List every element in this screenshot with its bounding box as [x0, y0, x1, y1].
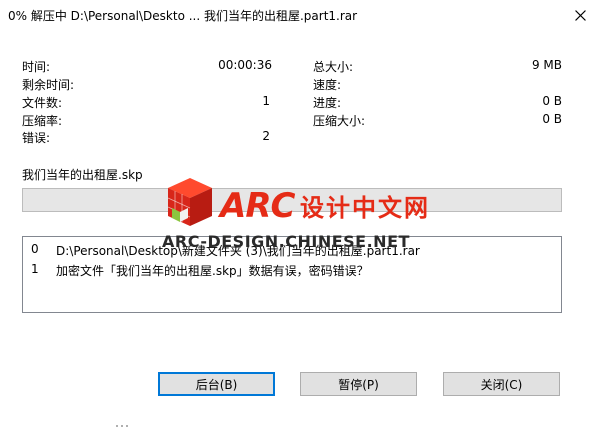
stat-total-size-label: 总大小: — [313, 60, 354, 74]
log-message: 加密文件「我们当年的出租屋.skp」数据有误，密码错误？ — [56, 264, 369, 278]
log-index: 1 — [31, 262, 39, 276]
stat-time-label: 时间: — [22, 60, 51, 74]
title-bar: 0% 解压中 D:\Personal\Deskto ... 我们当年的出租屋.p… — [0, 0, 600, 30]
stat-packed-size-value: 0 B — [542, 112, 562, 126]
resize-grip-icon — [116, 425, 128, 427]
progress-bar — [22, 188, 562, 212]
stat-files-label: 文件数: — [22, 96, 63, 110]
background-button[interactable]: 后台(B) — [158, 372, 275, 396]
stat-progress-label: 进度: — [313, 96, 342, 110]
pause-button[interactable]: 暂停(P) — [300, 372, 417, 396]
stat-time-value: 00:00:36 — [218, 58, 272, 72]
log-list[interactable]: 0 D:\Personal\Desktop\新建文件夹 (3)\我们当年的出租屋… — [22, 236, 562, 313]
current-file-name: 我们当年的出租屋.skp — [22, 168, 143, 182]
stat-files-value: 1 — [262, 94, 270, 108]
log-row: 1 加密文件「我们当年的出租屋.skp」数据有误，密码错误？ — [23, 260, 561, 278]
stat-progress-value: 0 B — [542, 94, 562, 108]
stat-ratio-label: 压缩率: — [22, 114, 63, 128]
log-index: 0 — [31, 242, 39, 256]
log-row: 0 D:\Personal\Desktop\新建文件夹 (3)\我们当年的出租屋… — [23, 240, 561, 258]
close-window-button[interactable] — [566, 4, 594, 26]
stat-total-size-value: 9 MB — [531, 58, 562, 72]
stat-packed-size-label: 压缩大小: — [313, 114, 366, 128]
close-button[interactable]: 关闭(C) — [443, 372, 560, 396]
stat-remaining-label: 剩余时间: — [22, 78, 75, 92]
stat-errors-label: 错误: — [22, 131, 51, 145]
window-title: 0% 解压中 D:\Personal\Deskto ... 我们当年的出租屋.p… — [8, 9, 358, 23]
close-icon — [574, 9, 586, 21]
stat-errors-value: 2 — [262, 129, 270, 143]
stat-speed-label: 速度: — [313, 78, 342, 92]
log-message: D:\Personal\Desktop\新建文件夹 (3)\我们当年的出租屋.p… — [56, 244, 420, 258]
